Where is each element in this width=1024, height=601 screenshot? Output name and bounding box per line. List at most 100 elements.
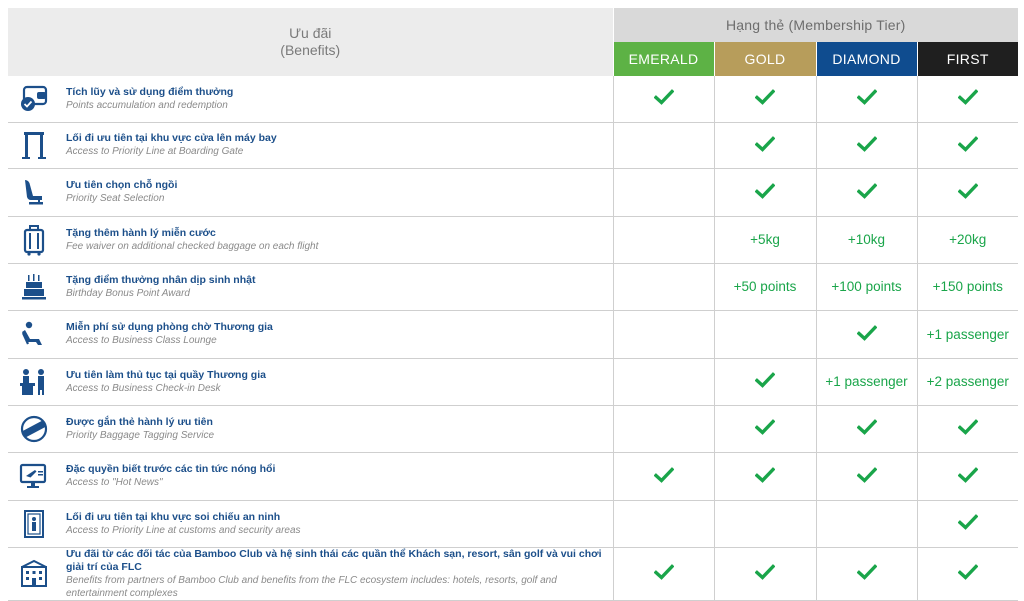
benefit-name-vn: Tặng thêm hành lý miễn cước bbox=[66, 226, 216, 239]
tier-value-first bbox=[916, 405, 1018, 453]
tier-value-emerald bbox=[612, 500, 714, 548]
lounge-icon bbox=[16, 317, 52, 351]
tier-value-text: +100 points bbox=[831, 279, 902, 294]
check-icon bbox=[856, 419, 877, 438]
benefits-header: Ưu đãi (Benefits) bbox=[8, 8, 614, 76]
benefit-name-vn: Lối đi ưu tiên tại khu vực cửa lên máy b… bbox=[66, 132, 277, 144]
tier-value-emerald bbox=[612, 452, 714, 501]
benefit-name-en: Priority Baggage Tagging Service bbox=[66, 429, 215, 441]
tier-value-first: +2 passenger bbox=[916, 358, 1018, 406]
benefit-cell: Đặc quyền biết trước các tin tức nóng hổ… bbox=[8, 452, 613, 501]
tier-value-gold bbox=[713, 310, 816, 359]
tier-value-emerald bbox=[612, 310, 714, 359]
benefit-row: Tích lũy và sử dụng điểm thưởng Points ac… bbox=[8, 76, 1018, 123]
benefit-name-en: Access to Business Class Lounge bbox=[66, 335, 217, 346]
benefit-cell: Tặng điểm thưởng nhân dịp sinh nhật Birth… bbox=[8, 263, 613, 311]
tier-value-emerald bbox=[612, 76, 714, 123]
check-icon bbox=[755, 372, 775, 391]
tier-value-first bbox=[916, 500, 1018, 548]
check-icon bbox=[653, 89, 674, 108]
benefits-header-vn: Ưu đãi bbox=[289, 25, 332, 41]
membership-benefits-table: Ưu đãi (Benefits) Hạng thẻ (Membership T… bbox=[8, 8, 1018, 601]
tier-emerald: EMERALD bbox=[612, 42, 714, 76]
check-icon bbox=[755, 564, 775, 583]
tier-value-gold bbox=[713, 168, 816, 217]
benefit-name-en: Points accumulation and redemption bbox=[66, 99, 228, 111]
check-icon bbox=[755, 466, 775, 486]
tier-value-diamond bbox=[815, 310, 917, 359]
luggage-icon bbox=[16, 223, 52, 257]
tier-value-text: +5kg bbox=[750, 232, 780, 247]
tier-gold: GOLD bbox=[713, 42, 816, 76]
check-icon bbox=[755, 135, 775, 155]
tier-value-emerald bbox=[612, 405, 714, 453]
benefit-name-vn: Miễn phí sử dụng phòng chờ Thương gia bbox=[66, 321, 273, 333]
tier-value-first: +1 passenger bbox=[916, 310, 1018, 359]
tier-value-first bbox=[916, 76, 1018, 123]
tier-value-gold bbox=[713, 405, 816, 453]
tier-value-diamond bbox=[815, 452, 917, 501]
benefit-row: Ưu tiên làm thủ tục tại quầy Thương gia A… bbox=[8, 358, 1018, 406]
check-icon bbox=[653, 564, 674, 583]
tier-value-emerald bbox=[612, 122, 714, 169]
tier-value-diamond: +1 passenger bbox=[815, 358, 917, 406]
benefit-name-vn: Tặng điểm thưởng nhân dịp sinh nhật bbox=[66, 273, 256, 286]
seat-icon bbox=[16, 175, 52, 209]
tier-first: FIRST bbox=[916, 42, 1018, 76]
tier-value-emerald bbox=[612, 216, 714, 264]
tier-value-text: +50 points bbox=[733, 279, 797, 294]
check-icon bbox=[957, 514, 978, 533]
tier-value-emerald bbox=[612, 263, 714, 311]
benefit-row: Được gắn thẻ hành lý ưu tiên Priority Bag… bbox=[8, 405, 1018, 453]
benefit-row: Tặng thêm hành lý miễn cước Fee waiver on… bbox=[8, 216, 1018, 264]
benefit-cell: Được gắn thẻ hành lý ưu tiên Priority Bag… bbox=[8, 405, 613, 453]
benefit-name-en: Access to Priority Line at customs and s… bbox=[66, 524, 301, 536]
hot-news-icon bbox=[16, 459, 52, 493]
birthday-cake-icon bbox=[16, 270, 52, 304]
benefit-name-en: Access to "Hot News" bbox=[66, 477, 163, 488]
benefit-row: Lối đi ưu tiên tại khu vực soi chiếu an … bbox=[8, 500, 1018, 548]
tier-value-text: +2 passenger bbox=[926, 374, 1009, 389]
benefit-name-vn: Tích lũy và sử dụng điểm thưởng bbox=[66, 85, 234, 98]
benefit-row: Đặc quyền biết trước các tin tức nóng hổ… bbox=[8, 452, 1018, 501]
tier-value-diamond: +10kg bbox=[815, 216, 917, 264]
check-icon bbox=[755, 89, 775, 108]
check-icon bbox=[957, 182, 978, 202]
tier-value-first bbox=[916, 122, 1018, 169]
benefit-name-vn: Ưu tiên chọn chỗ ngồi bbox=[66, 179, 178, 191]
tier-value-diamond bbox=[815, 500, 917, 548]
benefit-row: Ưu tiên chọn chỗ ngồi Priority Seat Selec… bbox=[8, 168, 1018, 217]
check-icon bbox=[755, 419, 775, 438]
check-icon bbox=[957, 564, 978, 583]
check-icon bbox=[957, 89, 978, 108]
tier-value-diamond bbox=[815, 547, 917, 601]
check-icon bbox=[856, 324, 877, 344]
tier-value-first: +20kg bbox=[916, 216, 1018, 264]
benefit-row: Miễn phí sử dụng phòng chờ Thương gia Acc… bbox=[8, 310, 1018, 359]
tier-value-gold bbox=[713, 358, 816, 406]
tier-value-gold bbox=[713, 452, 816, 501]
tier-diamond: DIAMOND bbox=[815, 42, 917, 76]
benefit-name-en: Access to Priority Line at Boarding Gate bbox=[66, 146, 244, 157]
benefit-cell: Tặng thêm hành lý miễn cước Fee waiver on… bbox=[8, 216, 613, 264]
benefit-cell: Miễn phí sử dụng phòng chờ Thương gia Acc… bbox=[8, 310, 613, 359]
tier-value-diamond bbox=[815, 405, 917, 453]
checkin-desk-icon bbox=[16, 365, 52, 399]
tier-value-diamond bbox=[815, 76, 917, 123]
check-icon bbox=[856, 89, 877, 108]
tier-value-gold bbox=[713, 122, 816, 169]
tier-value-first: +150 points bbox=[916, 263, 1018, 311]
tier-value-gold bbox=[713, 547, 816, 601]
check-icon bbox=[957, 419, 978, 438]
benefit-name-en: Priority Seat Selection bbox=[66, 193, 165, 204]
benefit-row: Lối đi ưu tiên tại khu vực cửa lên máy b… bbox=[8, 122, 1018, 169]
tier-value-diamond bbox=[815, 122, 917, 169]
tier-value-emerald bbox=[612, 358, 714, 406]
tier-value-diamond bbox=[815, 168, 917, 217]
benefit-cell: Ưu tiên chọn chỗ ngồi Priority Seat Selec… bbox=[8, 168, 613, 217]
benefit-row: Tặng điểm thưởng nhân dịp sinh nhật Birth… bbox=[8, 263, 1018, 311]
tier-value-first bbox=[916, 168, 1018, 217]
benefit-name-en: Benefits from partners of Bamboo Club an… bbox=[66, 574, 557, 599]
tier-value-first bbox=[916, 452, 1018, 501]
benefit-cell: Lối đi ưu tiên tại khu vực soi chiếu an … bbox=[8, 500, 613, 548]
